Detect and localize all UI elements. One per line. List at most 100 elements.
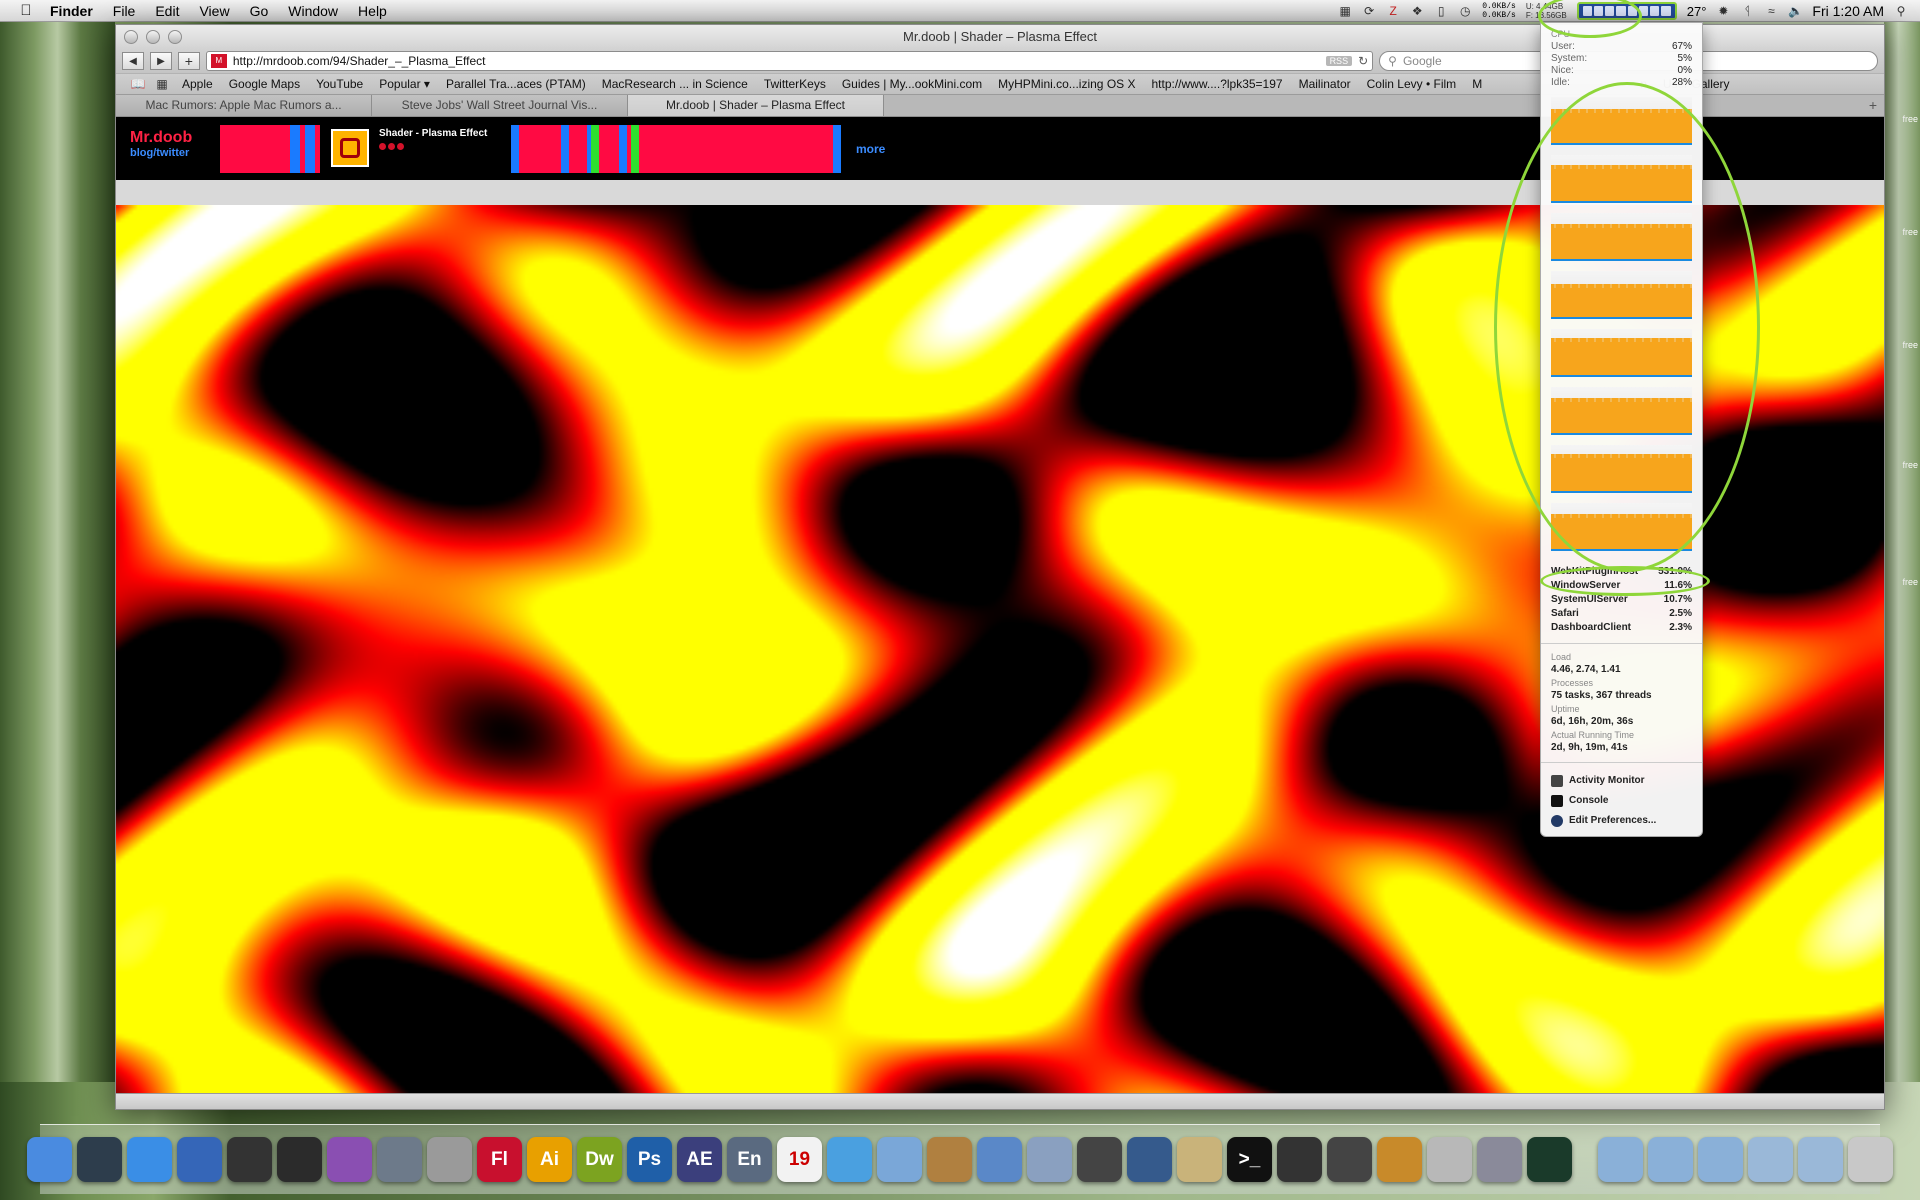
sync-icon[interactable]: ⟳ (1362, 4, 1376, 18)
bookmark-item[interactable]: http://www....?lpk35=197 (1144, 77, 1291, 91)
ical-icon[interactable]: 19 (777, 1137, 822, 1182)
tab-macrumors[interactable]: Mac Rumors: Apple Mac Rumors a... (116, 95, 372, 116)
site-logo[interactable]: Mr.doob (130, 129, 192, 147)
address-bar[interactable]: M http://mrdoob.com/94/Shader_–_Plasma_E… (205, 51, 1374, 71)
downloads-folder-icon[interactable] (1698, 1137, 1743, 1182)
activity-monitor-icon[interactable] (1527, 1137, 1572, 1182)
menu-window[interactable]: Window (278, 3, 348, 19)
menu-help[interactable]: Help (348, 3, 397, 19)
volume-icon[interactable]: 🔈 (1788, 4, 1803, 18)
menu-go[interactable]: Go (240, 3, 279, 19)
open-console[interactable]: Console (1551, 791, 1692, 811)
process-row[interactable]: WindowServer 11.6% (1551, 579, 1692, 593)
terminal-icon[interactable]: >_ (1227, 1137, 1272, 1182)
process-row[interactable]: WebKitPluginHost 531.9% (1551, 565, 1692, 579)
unity-icon[interactable] (1277, 1137, 1322, 1182)
trash-icon[interactable] (1848, 1137, 1893, 1182)
flash-icon[interactable]: Fl (477, 1137, 522, 1182)
memory-stats[interactable]: U: 4.44GB F: 13.56GB (1526, 2, 1567, 20)
bookmark-item[interactable]: TwitterKeys (756, 77, 834, 91)
gear-icon[interactable]: ✹ (1716, 4, 1730, 18)
after-effects-icon[interactable]: AE (677, 1137, 722, 1182)
safari-icon[interactable] (127, 1137, 172, 1182)
back-button[interactable]: ◀ (122, 52, 144, 70)
time-machine-menu-icon[interactable]: ◷ (1458, 4, 1472, 18)
forward-button[interactable]: ▶ (149, 52, 172, 70)
network-diamond-icon[interactable]: ❖ (1410, 4, 1424, 18)
photoshop-icon[interactable]: Ps (627, 1137, 672, 1182)
bookmark-item[interactable]: Guides | My...ookMini.com (834, 77, 990, 91)
temperature-readout[interactable]: 27° (1687, 4, 1707, 19)
unity-remote-icon[interactable] (1327, 1137, 1372, 1182)
experiment-strip-left[interactable] (220, 125, 320, 173)
installer-icon[interactable] (1377, 1137, 1422, 1182)
experiment-strip-right[interactable] (511, 125, 841, 173)
zoom-button[interactable] (168, 30, 182, 44)
bookmark-item[interactable]: MacResearch ... in Science (594, 77, 756, 91)
post-thumbnail[interactable] (331, 129, 369, 167)
script-editor-icon[interactable] (1427, 1137, 1472, 1182)
mail-icon[interactable] (177, 1137, 222, 1182)
minimize-button[interactable] (146, 30, 160, 44)
utility-icon[interactable] (1177, 1137, 1222, 1182)
dreamweaver-icon[interactable]: Dw (577, 1137, 622, 1182)
process-row[interactable]: Safari 2.5% (1551, 607, 1692, 621)
iphone-sim-icon[interactable] (1077, 1137, 1122, 1182)
reload-icon[interactable]: ↻ (1358, 54, 1368, 68)
dvd-player-icon[interactable] (427, 1137, 472, 1182)
tab-wsj[interactable]: Steve Jobs' Wall Street Journal Vis... (372, 95, 628, 116)
menu-edit[interactable]: Edit (145, 3, 189, 19)
site-sub-link[interactable]: blog/twitter (130, 147, 189, 159)
more-link[interactable]: more (856, 142, 885, 156)
image-capture-icon[interactable] (1477, 1137, 1522, 1182)
bookmark-item[interactable]: Colin Levy • Film (1359, 77, 1465, 91)
tab-mrdoob[interactable]: Mr.doob | Shader – Plasma Effect (628, 95, 884, 116)
menu-clock[interactable]: Fri 1:20 AM (1812, 3, 1884, 19)
process-row[interactable]: DashboardClient 2.3% (1551, 621, 1692, 635)
process-row[interactable]: SystemUIServer 10.7% (1551, 593, 1692, 607)
documents-folder-icon[interactable] (1648, 1137, 1693, 1182)
itunes-icon[interactable] (827, 1137, 872, 1182)
grid-icon[interactable]: ▦ (150, 77, 174, 91)
book-icon[interactable]: 📖 (126, 77, 150, 91)
finder-icon[interactable] (27, 1137, 72, 1182)
applications-folder-icon[interactable] (1598, 1137, 1643, 1182)
sleep-icon[interactable]: Z (1386, 4, 1400, 18)
bookmark-item[interactable]: Apple (174, 77, 221, 91)
bookmark-item[interactable]: Popular ▾ (371, 77, 438, 91)
encore-icon[interactable]: En (727, 1137, 772, 1182)
rss-button[interactable]: RSS (1325, 56, 1353, 66)
spotlight-icon[interactable]: ⚲ (1894, 4, 1908, 18)
imovie-icon[interactable] (227, 1137, 272, 1182)
url-text[interactable]: http://mrdoob.com/94/Shader_–_Plasma_Eff… (233, 54, 1320, 68)
bookmark-item[interactable]: Google Maps (221, 77, 308, 91)
spaces-icon[interactable]: ▦ (1338, 4, 1352, 18)
preview-icon[interactable] (877, 1137, 922, 1182)
edit-preferences[interactable]: Edit Preferences... (1551, 811, 1692, 831)
photo-booth-icon[interactable] (327, 1137, 372, 1182)
wifi-icon[interactable]: ≈ (1764, 4, 1778, 18)
bookmark-item[interactable]: Parallel Tra...aces (PTAM) (438, 77, 594, 91)
bluetooth-icon[interactable]: ᛩ (1740, 4, 1754, 18)
menu-file[interactable]: File (103, 3, 146, 19)
illustrator-icon[interactable]: Ai (527, 1137, 572, 1182)
iphoto-icon[interactable] (377, 1137, 422, 1182)
apple-menu-icon[interactable]:  (12, 2, 40, 19)
iphone-icon[interactable]: ▯ (1434, 4, 1448, 18)
new-tab-button[interactable]: + (1862, 95, 1884, 116)
stack-folder-icon[interactable] (1748, 1137, 1793, 1182)
search-placeholder[interactable]: Google (1403, 54, 1442, 68)
close-button[interactable] (124, 30, 138, 44)
open-activity-monitor[interactable]: Activity Monitor (1551, 771, 1692, 791)
bookmark-item[interactable]: Mailinator (1291, 77, 1359, 91)
iphoto-camera-icon[interactable] (927, 1137, 972, 1182)
instruments-icon[interactable] (1127, 1137, 1172, 1182)
bookmark-item[interactable]: MyHPMini.co...izing OS X (990, 77, 1143, 91)
bookmark-item[interactable]: M (1464, 77, 1490, 91)
add-bookmark-button[interactable]: + (177, 52, 200, 70)
final-cut-icon[interactable] (277, 1137, 322, 1182)
cpu-meter-menu[interactable] (1576, 2, 1677, 20)
menu-app-name[interactable]: Finder (40, 3, 103, 19)
time-machine-icon[interactable] (77, 1137, 122, 1182)
textedit-icon[interactable] (1027, 1137, 1072, 1182)
